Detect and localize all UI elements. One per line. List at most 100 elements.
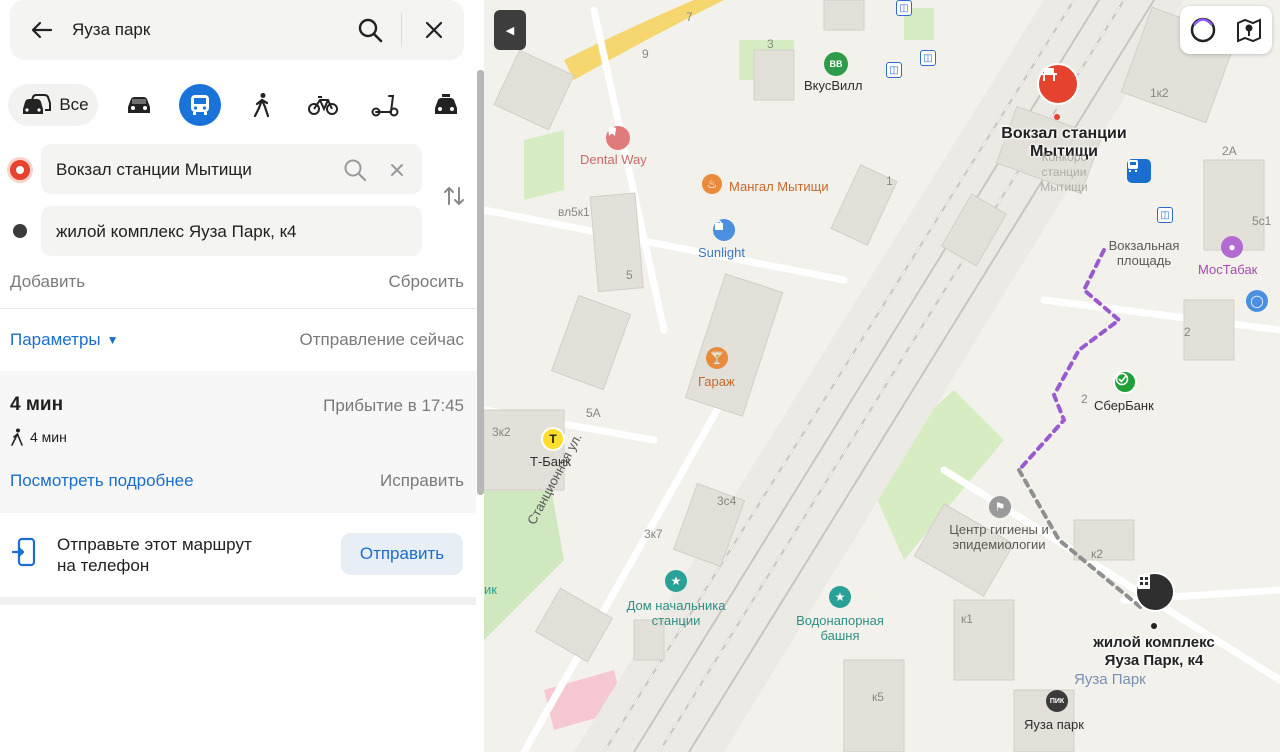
house-number: 5 (626, 268, 633, 282)
dental-label[interactable]: Dental Way (580, 152, 647, 167)
train-icon[interactable]: ◫ (1157, 207, 1173, 223)
metro-station-icon[interactable] (1127, 159, 1151, 183)
house-number: 3 (767, 37, 774, 51)
to-field-value[interactable]: жилой комплекс Яуза Парк, к4 (56, 222, 297, 242)
house-number: к2 (1091, 547, 1103, 561)
map-controls (1180, 6, 1272, 54)
konkors-label: Конкорс станции Мытищи (1040, 150, 1088, 194)
house-number: 7 (686, 10, 693, 24)
to-field[interactable]: жилой комплекс Яуза Парк, к4 (41, 206, 422, 256)
close-icon (391, 164, 403, 176)
route-card[interactable] (0, 371, 476, 513)
sidebar-scrollbar[interactable] (477, 70, 484, 495)
mangal-icon[interactable]: ♨ (702, 174, 722, 194)
mode-public-transport-button[interactable] (179, 84, 221, 126)
sunlight-label[interactable]: Sunlight (698, 245, 745, 260)
dom-nach-icon[interactable]: ★ (665, 570, 687, 592)
route-duration: 4 мин (10, 394, 64, 415)
water-tower-label[interactable]: Водонапорная башня (784, 613, 896, 643)
departure-time-selector[interactable]: Отправление сейчас (300, 330, 464, 350)
house-number: 3к7 (644, 527, 663, 541)
vkusvill-icon[interactable]: ВВ (824, 52, 848, 76)
search-button[interactable] (354, 14, 386, 46)
garage-icon[interactable]: 🍸 (706, 347, 728, 369)
house-number: 5с1 (1252, 214, 1272, 228)
swap-arrows-icon (444, 187, 464, 205)
mostabak-icon[interactable]: ● (1221, 236, 1243, 258)
house-number: к5 (872, 690, 884, 704)
map-canvas[interactable]: Вокзал станции Мытищи жилой комплекс Яуз… (484, 0, 1280, 752)
from-clear-button[interactable] (383, 156, 411, 184)
mode-car-button[interactable] (118, 84, 160, 126)
train-icon[interactable]: ◫ (920, 50, 936, 66)
alice-assistant-button[interactable] (1186, 13, 1220, 47)
sber-label[interactable]: СберБанк (1094, 398, 1154, 413)
yauza-park-small-label[interactable]: Яуза парк (1024, 717, 1084, 732)
from-field-value[interactable]: Вокзал станции Мытищи (56, 160, 252, 180)
search-input[interactable]: Яуза парк (72, 20, 150, 40)
reset-route-link[interactable]: Сбросить (388, 272, 464, 292)
from-field[interactable]: Вокзал станции Мытищи (41, 144, 422, 194)
parameters-toggle[interactable]: Параметры ▼ (10, 330, 119, 350)
sidebar: Яуза парк Все Вокзал станции Мытищи жило… (0, 0, 484, 752)
send-to-phone-text: Отправьте этот маршрут на телефон (57, 534, 317, 576)
from-marker-icon (7, 157, 33, 183)
search-bar[interactable]: Яуза парк (10, 0, 464, 60)
destination-label[interactable]: жилой комплекс Яуза Парк, к4 (1074, 634, 1234, 670)
search-icon (358, 18, 383, 43)
dom-nach-label[interactable]: Дом начальника станции (614, 598, 738, 628)
water-tower-icon[interactable]: ★ (829, 586, 851, 608)
house-number: 5А (586, 406, 601, 420)
sunlight-icon[interactable] (713, 219, 735, 241)
mode-all-button[interactable]: Все (8, 84, 98, 126)
mostabak-label[interactable]: МосТабак (1198, 262, 1257, 277)
transport-mode-selector: Все (8, 84, 476, 126)
mode-all-label: Все (59, 95, 89, 114)
vkusvill-label[interactable]: ВкусВилл (804, 78, 862, 93)
assistant-icon (1190, 17, 1216, 43)
hygiene-label[interactable]: Центр гигиены и эпидемиологии (934, 522, 1064, 552)
scooter-icon (371, 95, 399, 117)
collapse-panel-button[interactable]: ◀ (494, 10, 526, 50)
vokzal-square-label: Вокзальная площадь (1108, 238, 1180, 268)
garage-label[interactable]: Гараж (698, 374, 735, 389)
map-layers-button[interactable] (1232, 13, 1266, 47)
swap-points-button[interactable] (440, 182, 468, 210)
route-details-link[interactable]: Посмотреть подробнее (10, 471, 194, 491)
from-search-button[interactable] (341, 156, 369, 184)
send-text-line2: на телефон (57, 556, 150, 575)
car-icon (128, 97, 150, 113)
station-pin-icon[interactable] (1037, 63, 1079, 105)
shop-icon[interactable]: ◯ (1246, 290, 1268, 312)
route-arrival-time: Прибытие в 17:45 (323, 396, 464, 415)
train-icon[interactable]: ◫ (896, 0, 912, 16)
app-root: Вокзал станции Мытищи жилой комплекс Яуз… (0, 0, 1280, 752)
mode-bicycle-button[interactable] (302, 84, 344, 126)
back-button[interactable] (28, 16, 56, 44)
pik-icon[interactable]: ПИК (1046, 690, 1068, 712)
caret-down-icon: ▼ (106, 333, 119, 347)
house-number: 2 (1081, 392, 1088, 406)
building-pin-icon[interactable] (1135, 572, 1175, 612)
divider (0, 308, 476, 309)
sber-icon[interactable] (1113, 370, 1137, 394)
mangal-label[interactable]: Мангал Мытищи (729, 179, 829, 194)
hygiene-icon[interactable]: ⚑ (989, 496, 1011, 518)
house-number: 3к2 (492, 425, 511, 439)
bus-icon (191, 95, 209, 115)
train-icon[interactable]: ◫ (886, 62, 902, 78)
add-point-link[interactable]: Добавить (10, 272, 85, 292)
fix-route-link[interactable]: Исправить (380, 471, 464, 491)
mode-taxi-button[interactable] (425, 84, 467, 126)
divider (401, 13, 402, 47)
dental-icon[interactable] (606, 126, 630, 150)
pedestrian-icon (11, 428, 23, 446)
send-to-phone-button[interactable]: Отправить (341, 533, 463, 575)
parameters-label: Параметры (10, 330, 101, 349)
send-text-line1: Отправьте этот маршрут (57, 535, 252, 554)
mode-scooter-button[interactable] (364, 84, 406, 126)
close-icon (425, 21, 443, 39)
close-search-button[interactable] (418, 14, 450, 46)
walk-duration: 4 мин (30, 429, 67, 445)
mode-pedestrian-button[interactable] (241, 84, 283, 126)
